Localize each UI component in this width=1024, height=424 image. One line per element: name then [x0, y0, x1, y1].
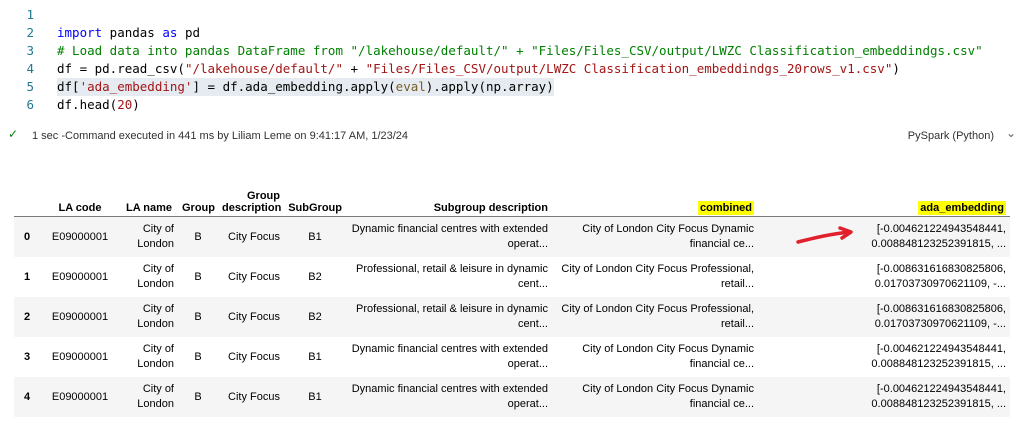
table-cell: City of London — [120, 216, 178, 257]
table-cell: Dynamic financial centres with extended … — [346, 216, 552, 257]
line-number: 2 — [26, 25, 34, 40]
column-header: SubGroup — [284, 180, 346, 217]
table-cell: Professional, retail & leisure in dynami… — [346, 297, 552, 337]
table-cell: City of London City Focus Dynamic financ… — [582, 343, 754, 370]
highlighted-header-label: combined — [698, 201, 754, 215]
table-row: 4 E09000001 City of London B City Focus B1 Dyn… — [14, 377, 1010, 417]
table-cell: E09000001 — [40, 377, 120, 417]
column-header: Group description — [218, 180, 284, 217]
line-number: 4 — [26, 61, 34, 76]
table-cell: B — [178, 377, 218, 417]
table-cell: City of London — [137, 343, 174, 370]
table-row: 1 E09000001 City of London B City Focus B2 Pro… — [14, 257, 1010, 297]
table-cell: E09000001 — [40, 216, 120, 257]
line-number: 1 — [26, 7, 34, 22]
line-number: 6 — [26, 97, 34, 112]
row-index: 0 — [14, 216, 40, 257]
column-header: LA name — [120, 180, 178, 217]
table-cell: City of London City Focus Professional, … — [552, 297, 758, 337]
column-header — [14, 180, 40, 217]
code-text: df = pd.read_csv("/lakehouse/default/" +… — [57, 61, 900, 76]
table-cell: City Focus — [218, 297, 284, 337]
table-cell: E09000001 — [51, 270, 109, 283]
table-cell: Professional, retail & leisure in dynami… — [356, 263, 548, 290]
column-header: Subgroup description — [346, 180, 552, 217]
language-selector[interactable]: PySpark (Python) — [908, 130, 994, 142]
table-cell: B — [194, 270, 202, 283]
table-cell: B — [178, 216, 218, 257]
table-cell: City of London City Focus Professional, … — [561, 263, 754, 290]
dataframe-table: LA code LA name Group Group description SubG… — [14, 180, 1010, 417]
chevron-down-icon[interactable]: ⌄ — [1006, 126, 1016, 140]
table-cell: B2 — [284, 297, 346, 337]
table-cell: E09000001 — [51, 350, 109, 363]
table-cell: City of London — [120, 297, 178, 337]
column-header: Group — [178, 180, 218, 217]
table-cell: City Focus — [228, 270, 280, 283]
table-cell: [-0.004621224943548441, 0.00884812325239… — [871, 343, 1006, 370]
table-row: 2 E09000001 City of London B City Focus B2 Pro… — [14, 297, 1010, 337]
code-cell[interactable]: 1 2 import pandas as pd 3 # Load data into p… — [0, 0, 1024, 124]
table-cell: [-0.004621224943548441, 0.00884812325239… — [758, 377, 1010, 417]
code-line[interactable]: 1 — [0, 6, 1024, 24]
table-cell: B — [178, 297, 218, 337]
table-cell: B1 — [284, 377, 346, 417]
red-arrow-annotation — [796, 226, 853, 244]
table-cell: B — [194, 350, 202, 363]
code-text: import pandas as pd — [57, 25, 201, 40]
column-header: combined — [552, 180, 758, 217]
table-header-row: LA code LA name Group Group description SubG… — [14, 180, 1010, 217]
code-line[interactable]: 6 df.head(20) — [0, 96, 1024, 114]
table-cell: Dynamic financial centres with extended … — [346, 377, 552, 417]
table-cell: City Focus — [218, 216, 284, 257]
table-cell: [-0.008631616830825806, 0.01703730970621… — [874, 263, 1006, 290]
table-cell: City of London — [120, 377, 178, 417]
table-cell: City Focus — [218, 377, 284, 417]
table-cell: E09000001 — [40, 297, 120, 337]
table-cell: B1 — [284, 216, 346, 257]
table-cell: City of London City Focus Dynamic financ… — [552, 377, 758, 417]
code-text: # Load data into pandas DataFrame from "… — [57, 43, 983, 58]
dataframe-output: LA code LA name Group Group description SubG… — [14, 180, 1014, 417]
check-icon: ✓ — [8, 127, 19, 141]
row-index: 2 — [14, 297, 40, 337]
table-cell: B1 — [308, 350, 322, 363]
code-line[interactable]: 5 df['ada_embedding'] = df.ada_embedding.… — [0, 78, 1024, 96]
table-cell: Dynamic financial centres with extended … — [351, 343, 548, 370]
execution-status-text: 1 sec -Command executed in 441 ms by Lil… — [32, 130, 409, 142]
table-cell: City of London — [137, 263, 174, 290]
code-text: df.head(20) — [57, 97, 140, 112]
table-cell: [-0.008631616830825806, 0.01703730970621… — [758, 297, 1010, 337]
table-row: 0 E09000001 City of London B City Focus B1 Dyn… — [14, 216, 1010, 257]
row-index: 1 — [23, 270, 31, 283]
row-index: 4 — [14, 377, 40, 417]
line-number: 3 — [26, 43, 34, 58]
line-number: 5 — [26, 79, 34, 94]
table-cell: B2 — [308, 270, 322, 283]
code-line[interactable]: 2 import pandas as pd — [0, 24, 1024, 42]
column-header: ada_embedding — [758, 180, 1010, 217]
table-cell: City of London City Focus Dynamic financ… — [552, 216, 758, 257]
table-cell: City Focus — [228, 350, 280, 363]
code-line[interactable]: 3 # Load data into pandas DataFrame from … — [0, 42, 1024, 60]
execution-status-bar: ✓ 1 sec -Command executed in 441 ms by L… — [0, 124, 1024, 146]
row-index: 3 — [23, 350, 31, 363]
table-row: 3 E09000001 City of London B City Focus B1 Dyn… — [14, 337, 1010, 377]
code-text: df['ada_embedding'] = df.ada_embedding.a… — [57, 78, 554, 96]
highlighted-header-label: ada_embedding — [918, 201, 1006, 215]
column-header: LA code — [40, 180, 120, 217]
code-line[interactable]: 4 df = pd.read_csv("/lakehouse/default/" … — [0, 60, 1024, 78]
